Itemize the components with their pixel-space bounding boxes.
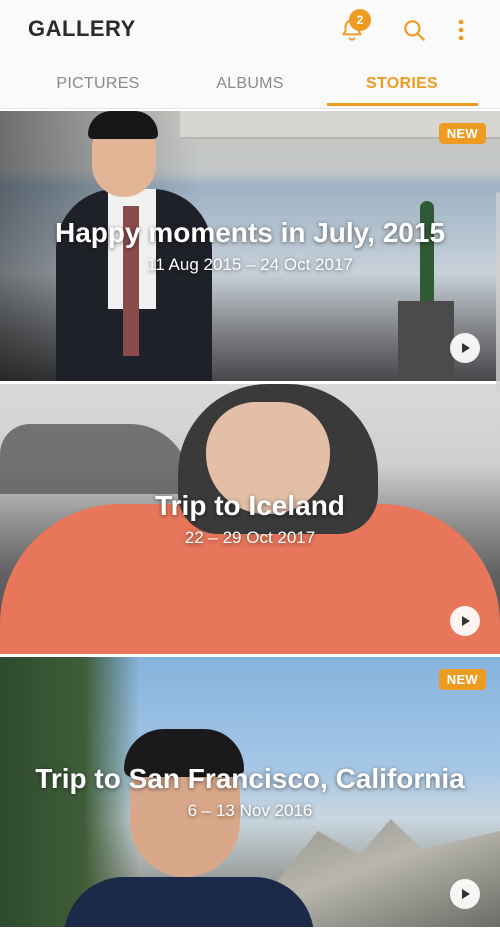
play-icon bbox=[462, 889, 470, 899]
photo-detail bbox=[64, 877, 314, 927]
play-slideshow-button[interactable] bbox=[450, 879, 480, 909]
story-caption: Trip to San Francisco, California 6 – 13… bbox=[0, 763, 500, 821]
story-caption: Happy moments in July, 2015 11 Aug 2015 … bbox=[0, 217, 500, 275]
story-card[interactable]: NEW Happy moments in July, 2015 11 Aug 2… bbox=[0, 111, 500, 381]
story-title: Happy moments in July, 2015 bbox=[54, 217, 446, 248]
more-vert-icon bbox=[458, 19, 464, 41]
tab-bar: PICTURES ALBUMS STORIES bbox=[0, 62, 500, 109]
tab-albums[interactable]: ALBUMS bbox=[175, 62, 325, 106]
story-title: Trip to San Francisco, California bbox=[35, 763, 465, 794]
tab-stories[interactable]: STORIES bbox=[327, 62, 477, 106]
play-slideshow-button[interactable] bbox=[450, 333, 480, 363]
story-title: Trip to Iceland bbox=[155, 490, 345, 521]
story-date-range: 6 – 13 Nov 2016 bbox=[187, 801, 313, 820]
new-badge: NEW bbox=[438, 123, 486, 144]
photo-detail bbox=[0, 424, 190, 494]
play-icon bbox=[462, 343, 470, 353]
tab-pictures[interactable]: PICTURES bbox=[23, 62, 173, 106]
story-date-range: 22 – 29 Oct 2017 bbox=[184, 528, 316, 547]
story-card[interactable]: Trip to Iceland 22 – 29 Oct 2017 bbox=[0, 384, 500, 654]
app-bar: GALLERY 2 bbox=[0, 0, 500, 62]
search-icon bbox=[404, 20, 425, 41]
scrollbar[interactable] bbox=[496, 192, 500, 392]
more-options-button[interactable] bbox=[443, 12, 479, 48]
play-slideshow-button[interactable] bbox=[450, 606, 480, 636]
story-card[interactable]: NEW Trip to San Francisco, California 6 … bbox=[0, 657, 500, 927]
app-title: GALLERY bbox=[28, 16, 136, 41]
new-badge: NEW bbox=[438, 669, 486, 690]
story-date-range: 11 Aug 2015 – 24 Oct 2017 bbox=[147, 255, 353, 274]
story-caption: Trip to Iceland 22 – 29 Oct 2017 bbox=[0, 490, 500, 548]
photo-detail bbox=[88, 111, 158, 139]
notification-badge: 2 bbox=[349, 9, 371, 31]
active-tab-indicator bbox=[327, 103, 478, 106]
play-icon bbox=[462, 616, 470, 626]
search-button[interactable] bbox=[396, 12, 432, 48]
